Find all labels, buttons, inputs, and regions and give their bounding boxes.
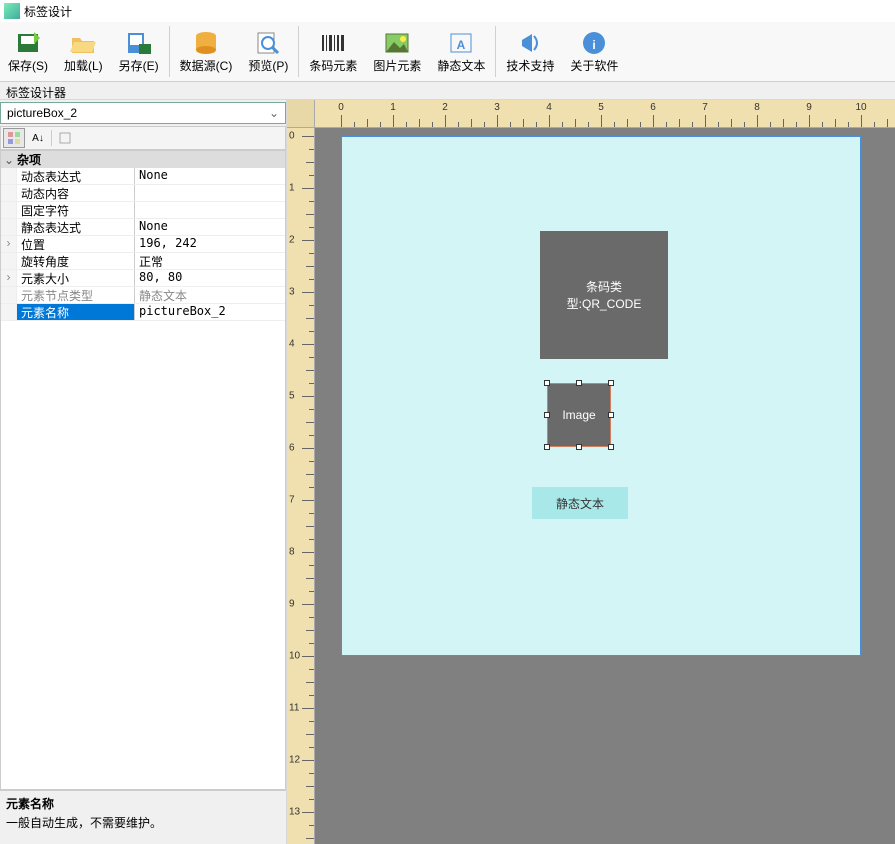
design-surface: 0123456789101112 01234567891011121314 条码… — [287, 100, 895, 844]
folder-open-icon — [67, 29, 99, 57]
expand-icon: › — [1, 270, 17, 286]
expand-icon — [1, 287, 17, 303]
info-icon: i — [578, 29, 610, 57]
property-value[interactable]: 80, 80 — [135, 270, 285, 286]
property-row[interactable]: 元素节点类型静态文本 — [1, 287, 285, 304]
barcode-icon — [317, 29, 349, 57]
property-view-toolbar: A↓ — [0, 126, 286, 150]
resize-handle-se[interactable] — [608, 444, 614, 450]
image-icon — [381, 29, 413, 57]
property-row[interactable]: 固定字符 — [1, 202, 285, 219]
resize-handle-s[interactable] — [576, 444, 582, 450]
text-element-button[interactable]: A 静态文本 — [429, 22, 493, 81]
category-row[interactable]: ⌄ 杂项 — [1, 151, 285, 168]
expand-icon — [1, 304, 17, 320]
megaphone-icon — [514, 29, 546, 57]
property-name: 旋转角度 — [17, 253, 135, 269]
svg-text:A: A — [457, 38, 466, 52]
resize-handle-ne[interactable] — [608, 380, 614, 386]
breadcrumb: 标签设计器 — [0, 82, 895, 100]
description-text: 一般自动生成，不需要维护。 — [6, 814, 280, 831]
property-name: 元素节点类型 — [17, 287, 135, 303]
categorized-view-button[interactable] — [3, 128, 25, 148]
resize-handle-sw[interactable] — [544, 444, 550, 450]
property-value[interactable]: None — [135, 219, 285, 235]
property-value[interactable]: pictureBox_2 — [135, 304, 285, 320]
text-element[interactable]: 静态文本 — [532, 487, 628, 519]
save-button[interactable]: 保存(S) — [0, 22, 56, 81]
saveas-button[interactable]: 另存(E) — [111, 22, 167, 81]
alphabetical-view-button[interactable]: A↓ — [27, 128, 49, 148]
datasource-button[interactable]: 数据源(C) — [172, 22, 241, 81]
chevron-down-icon: ⌄ — [269, 106, 279, 120]
property-value[interactable]: 静态文本 — [135, 287, 285, 303]
app-icon — [4, 3, 20, 19]
property-value[interactable]: 196, 242 — [135, 236, 285, 252]
property-value[interactable]: None — [135, 168, 285, 184]
resize-handle-e[interactable] — [608, 412, 614, 418]
database-icon — [190, 29, 222, 57]
image-element[interactable]: Image — [547, 383, 611, 447]
barcode-element[interactable]: 条码类 型:QR_CODE — [540, 231, 668, 359]
property-row[interactable]: 元素名称pictureBox_2 — [1, 304, 285, 321]
titlebar: 标签设计 — [0, 0, 895, 22]
property-row[interactable]: 动态内容 — [1, 185, 285, 202]
expand-icon — [1, 253, 17, 269]
expand-icon — [1, 202, 17, 218]
property-name: 动态表达式 — [17, 168, 135, 184]
expand-icon — [1, 219, 17, 235]
property-row[interactable]: 静态表达式None — [1, 219, 285, 236]
expand-icon: › — [1, 236, 17, 252]
description-title: 元素名称 — [6, 795, 280, 812]
resize-handle-nw[interactable] — [544, 380, 550, 386]
barcode-element-button[interactable]: 条码元素 — [301, 22, 365, 81]
vertical-ruler: 01234567891011121314 — [287, 128, 315, 844]
property-name: 元素大小 — [17, 270, 135, 286]
property-row[interactable]: 动态表达式None — [1, 168, 285, 185]
property-name: 固定字符 — [17, 202, 135, 218]
toolbar: 保存(S) 加载(L) 另存(E) 数据源(C) 预览(P) 条码元素 图片元素… — [0, 22, 895, 82]
support-button[interactable]: 技术支持 — [498, 22, 562, 81]
property-row[interactable]: ›元素大小80, 80 — [1, 270, 285, 287]
magnifier-icon — [252, 29, 284, 57]
property-value[interactable] — [135, 185, 285, 201]
property-row[interactable]: ›位置196, 242 — [1, 236, 285, 253]
svg-text:i: i — [593, 38, 596, 52]
text-icon: A — [445, 29, 477, 57]
image-element-button[interactable]: 图片元素 — [365, 22, 429, 81]
property-value[interactable] — [135, 202, 285, 218]
horizontal-ruler: 0123456789101112 — [315, 100, 895, 128]
property-name: 位置 — [17, 236, 135, 252]
saveas-icon — [123, 29, 155, 57]
object-selector[interactable]: pictureBox_2 ⌄ — [0, 102, 286, 124]
property-grid[interactable]: ⌄ 杂项 动态表达式None动态内容固定字符静态表达式None›位置196, 2… — [0, 150, 286, 790]
description-panel: 元素名称 一般自动生成，不需要维护。 — [0, 790, 286, 844]
resize-handle-n[interactable] — [576, 380, 582, 386]
expand-icon — [1, 168, 17, 184]
property-name: 静态表达式 — [17, 219, 135, 235]
property-name: 动态内容 — [17, 185, 135, 201]
window-title: 标签设计 — [24, 3, 72, 20]
property-row[interactable]: 旋转角度正常 — [1, 253, 285, 270]
canvas-area[interactable]: 条码类 型:QR_CODE Image — [315, 128, 895, 844]
property-value[interactable]: 正常 — [135, 253, 285, 269]
collapse-icon: ⌄ — [1, 153, 17, 167]
load-button[interactable]: 加载(L) — [56, 22, 111, 81]
label-page[interactable]: 条码类 型:QR_CODE Image — [341, 136, 861, 656]
property-pages-button[interactable] — [54, 128, 76, 148]
about-button[interactable]: i 关于软件 — [562, 22, 626, 81]
expand-icon — [1, 185, 17, 201]
property-panel: pictureBox_2 ⌄ A↓ ⌄ 杂项 动态表达式None动态内容固定字符… — [0, 100, 287, 844]
save-icon — [12, 29, 44, 57]
resize-handle-w[interactable] — [544, 412, 550, 418]
preview-button[interactable]: 预览(P) — [240, 22, 296, 81]
ruler-corner — [287, 100, 315, 128]
property-name: 元素名称 — [17, 304, 135, 320]
